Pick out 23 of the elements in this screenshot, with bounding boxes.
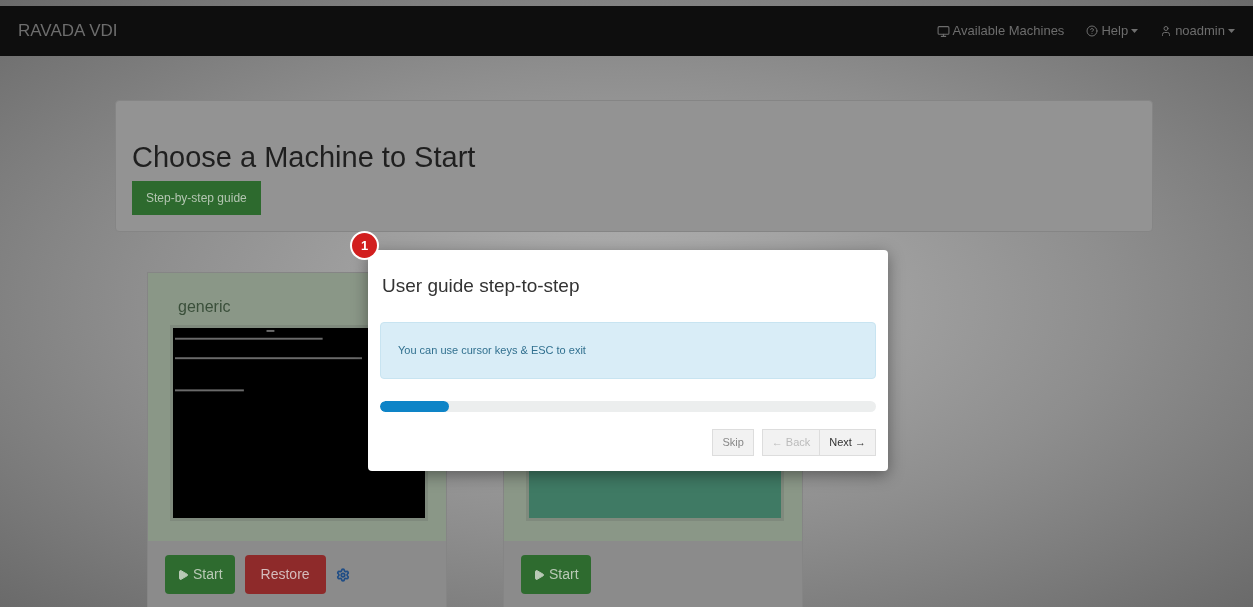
user-icon [1160, 25, 1173, 37]
settings-icon[interactable] [335, 567, 350, 582]
nav-link[interactable]: Available Machines [936, 21, 1065, 41]
restore-button[interactable]: Restore [244, 555, 326, 594]
guide-button[interactable]: Step-by-step guide [132, 181, 261, 216]
tour-button[interactable]: Skip [712, 428, 754, 456]
play-icon [177, 568, 189, 581]
nav-link[interactable]: Help [1086, 21, 1139, 41]
caret-icon [1131, 29, 1139, 33]
info-message: You can use cursor keys & ESC to exit [380, 321, 876, 379]
tour-button[interactable]: Next → [819, 428, 876, 456]
brand[interactable]: RAVADA VDI [18, 18, 118, 44]
step-badge: 1 [350, 231, 379, 260]
play-icon [533, 568, 545, 581]
machine-name: generic [178, 297, 232, 317]
nav-link[interactable]: noadmin [1160, 21, 1235, 41]
monitor-icon [936, 24, 950, 38]
caret-icon [1228, 29, 1235, 33]
start-button[interactable]: Start [521, 555, 591, 594]
page-title: Choose a Machine to Start [132, 140, 477, 175]
dialog-title: User guide step-to-step [382, 274, 581, 298]
start-button[interactable]: Start [165, 555, 235, 594]
help-icon [1086, 25, 1099, 37]
